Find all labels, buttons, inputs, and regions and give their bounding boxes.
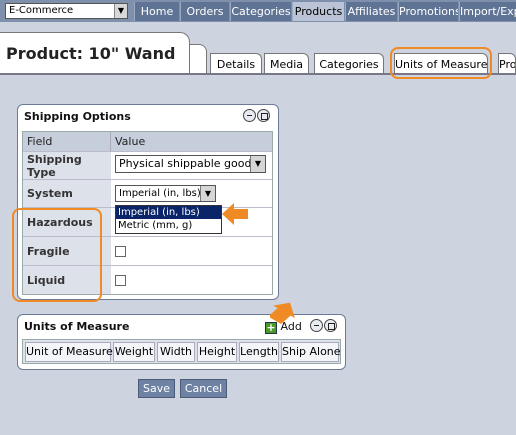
arrow-annotation-icon [222,203,248,225]
shipping-type-value: Physical shippable goods [119,157,258,170]
cancel-button[interactable]: Cancel [180,379,227,398]
option-imperial[interactable]: Imperial (in, lbs) [116,206,221,219]
nav-tab-products[interactable]: Products [292,2,344,21]
system-value: Imperial (in, lbs) [119,188,201,199]
option-metric[interactable]: Metric (mm, g) [116,219,221,232]
col-unit-of-measure: Unit of Measure [25,342,113,362]
tab-categories[interactable]: Categories [314,53,384,74]
tab-spacer [190,44,207,75]
col-width: Width [157,342,195,362]
chevron-down-icon[interactable]: ▼ [250,156,265,172]
uom-title: Units of Measure [24,320,130,333]
system-select[interactable]: Imperial (in, lbs) ▼ [115,185,216,202]
nav-tab-orders[interactable]: Orders [180,2,229,21]
minimize-icon[interactable] [310,319,323,332]
fragile-checkbox[interactable] [115,245,126,257]
label-shipping-type: Shipping Type [27,152,82,179]
tab-details[interactable]: Details [210,53,262,74]
nav-tab-promotions[interactable]: Promotions [398,2,458,21]
chevron-down-icon[interactable]: ▼ [200,186,215,201]
panel-title: Shipping Options [18,105,278,127]
tab-media[interactable]: Media [264,53,309,74]
highlight-fields [12,208,102,302]
app-select-value: E-Commerce [9,5,74,16]
nav-tab-categories[interactable]: Categories [230,2,291,21]
page-title: Product: 10" Wand [0,32,190,74]
header-value: Value [115,135,146,148]
col-height: Height [197,342,237,362]
col-weight: Weight [113,342,155,362]
nav-tab-home[interactable]: Home [134,2,179,21]
nav-tab-affiliates[interactable]: Affiliates [345,2,397,21]
minimize-icon[interactable] [243,109,256,122]
chevron-down-icon[interactable]: ▼ [114,4,127,18]
top-nav: E-Commerce ▼ Home Orders Categories Prod… [0,0,516,22]
label-system: System [27,187,73,200]
tab-pro[interactable]: Pro [498,53,516,74]
liquid-checkbox[interactable] [115,274,126,286]
value-cell [111,266,272,294]
shipping-type-select[interactable]: Physical shippable goods ▼ [115,155,266,173]
nav-tab-import-export[interactable]: Import/Exp [459,2,516,21]
col-length: Length [239,342,279,362]
maximize-icon[interactable] [324,319,337,332]
app-select[interactable]: E-Commerce ▼ [5,3,128,19]
maximize-icon[interactable] [257,109,270,122]
shipping-options-title: Shipping Options [24,110,131,123]
arrow-annotation-icon [270,302,295,325]
uom-grid-header: Unit of Measure Weight Width Height Leng… [22,339,341,364]
highlight-uom-tab [390,47,492,79]
save-button[interactable]: Save [138,379,175,398]
col-ship-alone: Ship Alone [281,342,341,362]
system-dropdown: Imperial (in, lbs) Metric (mm, g) [115,205,222,234]
header-field: Field [23,132,111,151]
value-cell [111,237,272,265]
grid-header: Field Value [23,132,272,152]
